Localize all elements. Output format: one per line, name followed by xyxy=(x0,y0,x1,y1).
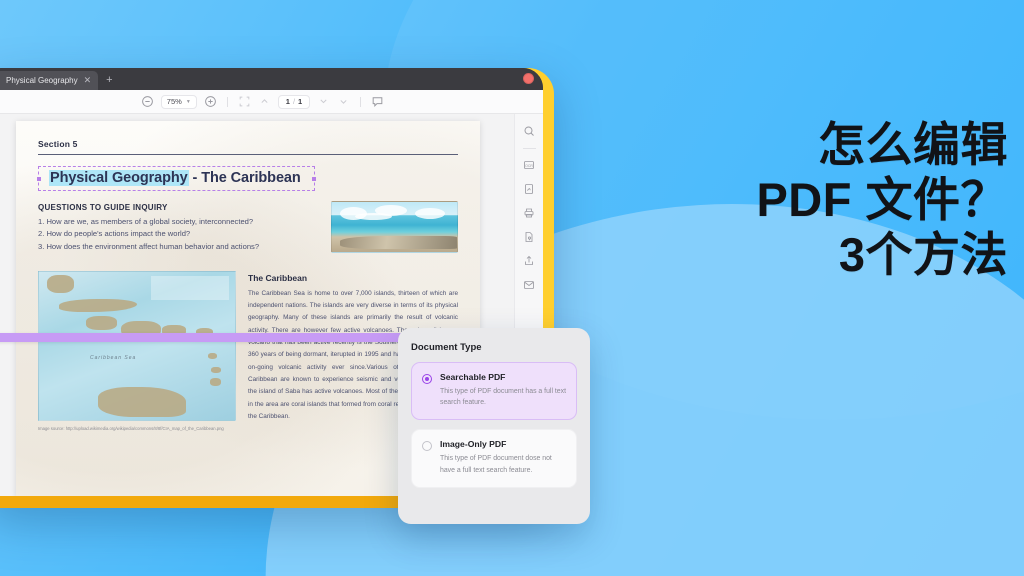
toolbar-divider-2 xyxy=(360,96,362,107)
map-column: Caribbean Sea Image source: http://uploa… xyxy=(38,270,236,432)
document-type-dialog: Document Type Searchable PDF This type o… xyxy=(398,328,590,524)
article-heading: The Caribbean xyxy=(248,272,308,283)
section-rule xyxy=(38,154,458,155)
comment-icon[interactable] xyxy=(371,95,384,108)
section-label: Section 5 xyxy=(38,139,78,149)
title-rest: - The Caribbean xyxy=(188,170,301,186)
zoom-level-value: 75% xyxy=(166,97,182,106)
page-current: 1 xyxy=(285,97,290,106)
chevron-down-icon: ▼ xyxy=(185,98,191,105)
mail-icon[interactable] xyxy=(519,275,539,295)
page-number-input[interactable]: 1 / 1 xyxy=(277,94,311,109)
prev-page-icon[interactable] xyxy=(317,95,330,108)
search-icon[interactable] xyxy=(519,121,539,141)
page-title: 怎么编辑 PDF 文件？ 3个方法 xyxy=(626,118,1008,283)
headline-line-1: 怎么编辑 xyxy=(818,118,1008,171)
title-highlighted: Physical Geography xyxy=(49,170,189,186)
next-page-icon[interactable] xyxy=(337,95,350,108)
option-description: This type of PDF document dose not have … xyxy=(440,455,552,474)
tab-strip: ‹ Physical Geography ✕ + xyxy=(0,68,543,90)
map-legend xyxy=(151,275,229,300)
toolbar-divider xyxy=(226,96,228,107)
document-title: Physical Geography - The Caribbean xyxy=(49,170,301,186)
dialog-title: Document Type xyxy=(411,342,482,353)
beach-photo xyxy=(331,201,458,253)
rail-divider xyxy=(522,148,536,149)
map-sea-label: Caribbean Sea xyxy=(89,354,137,361)
radio-unselected-icon[interactable] xyxy=(422,441,432,452)
headline-line-3: 3个方法 xyxy=(838,227,1008,281)
option-searchable-pdf[interactable]: Searchable PDF This type of PDF document… xyxy=(411,362,577,421)
tab-label: Physical Geography xyxy=(6,76,78,85)
sign-document-icon[interactable] xyxy=(519,179,539,199)
lower-content: Caribbean Sea Image source: http://uploa… xyxy=(38,270,458,432)
headline-line-2: PDF 文件？ xyxy=(756,172,1008,226)
fit-width-icon[interactable] xyxy=(238,95,251,108)
option-image-only-pdf[interactable]: Image-Only PDF This type of PDF document… xyxy=(411,429,577,488)
option-description: This type of PDF document has a full tex… xyxy=(440,388,567,407)
zoom-in-icon[interactable] xyxy=(204,95,217,108)
map-caption: Image source: http://upload.wikimedia.or… xyxy=(38,425,224,431)
option-label: Searchable PDF xyxy=(440,372,506,382)
fit-page-icon[interactable] xyxy=(258,95,271,108)
resize-handle-left[interactable] xyxy=(37,176,41,181)
close-icon[interactable]: ✕ xyxy=(84,75,92,86)
protect-document-icon[interactable] xyxy=(519,227,539,247)
print-icon[interactable] xyxy=(519,203,539,223)
svg-text:OCR: OCR xyxy=(525,164,533,168)
selected-title-box[interactable]: Physical Geography - The Caribbean xyxy=(37,166,316,191)
pdf-toolbar: 75% ▼ 1 / 1 xyxy=(0,90,543,114)
zoom-level-select[interactable]: 75% ▼ xyxy=(160,94,197,109)
radio-selected-icon[interactable] xyxy=(422,374,432,384)
share-icon[interactable] xyxy=(519,251,539,271)
option-label: Image-Only PDF xyxy=(440,439,507,450)
page-separator: / xyxy=(292,97,296,106)
ocr-icon[interactable]: OCR xyxy=(519,155,539,175)
resize-handle-right[interactable] xyxy=(311,176,316,181)
plus-icon[interactable]: + xyxy=(98,71,120,90)
caribbean-map-image: Caribbean Sea xyxy=(38,270,236,421)
tab-physical-geography[interactable]: Physical Geography ✕ xyxy=(0,71,99,90)
window-close-icon[interactable] xyxy=(523,73,534,84)
page-total: 1 xyxy=(298,97,303,106)
zoom-out-icon[interactable] xyxy=(141,95,154,108)
